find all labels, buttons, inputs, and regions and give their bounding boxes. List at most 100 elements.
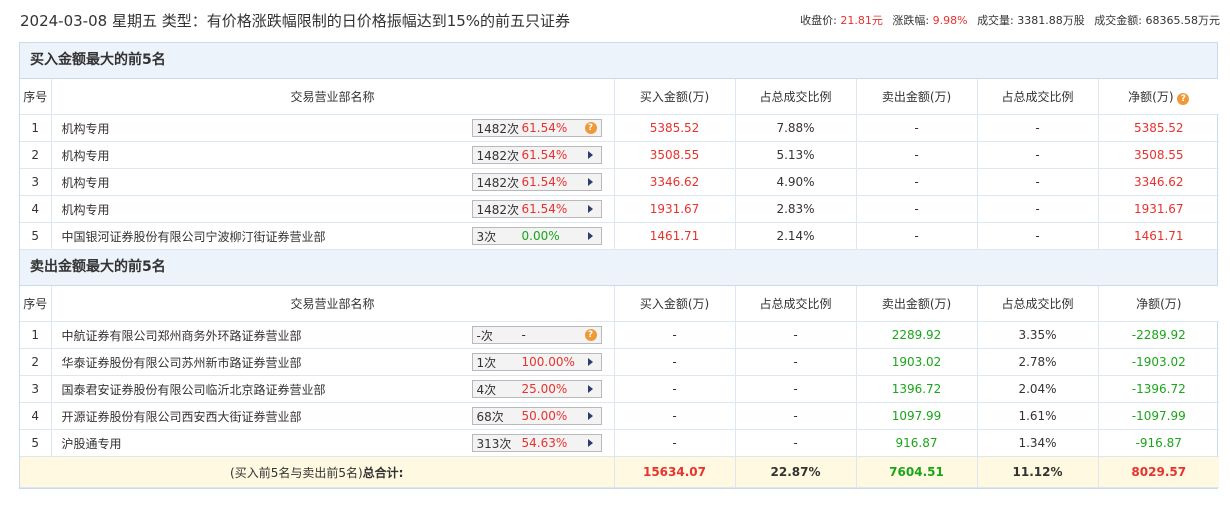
col-net: 净额(万) ? <box>1098 79 1219 115</box>
seq-cell: 2 <box>20 348 52 376</box>
branch-stats-badge[interactable]: 4次 25.00% <box>471 380 602 398</box>
col-buy-ratio: 占总成交比例 <box>735 286 857 322</box>
seq-cell: 2 <box>20 141 52 169</box>
buy-amount-cell: 5385.52 <box>614 114 736 142</box>
play-arrow-icon[interactable] <box>588 385 593 393</box>
help-icon[interactable]: ? <box>1177 93 1190 105</box>
sell-amount-cell: 1903.02 <box>856 348 978 376</box>
page-header: 2024-03-08 星期五 类型：有价格涨跌幅限制的日价格振幅达到15%的前五… <box>20 0 1220 40</box>
branch-name-cell: 中国银河证券股份有限公司宁波柳汀街证券营业部 3次 0.00% <box>51 222 615 250</box>
branch-stats-badge[interactable]: 3次 0.00% <box>471 227 602 245</box>
branch-name[interactable]: 开源证券股份有限公司西安西大街证券营业部 <box>62 408 302 425</box>
seq-cell: 1 <box>20 321 52 349</box>
change-value: 9.98% <box>932 14 968 27</box>
branch-name-cell: 机构专用 1482次 61.54% <box>51 195 615 223</box>
sell-ratio-cell: 1.34% <box>977 429 1099 457</box>
branch-name[interactable]: 机构专用 <box>62 120 110 137</box>
branch-stats-badge[interactable]: 1482次 61.54% <box>471 173 602 191</box>
buy-amount-cell: 1931.67 <box>614 195 736 223</box>
col-sell-ratio: 占总成交比例 <box>977 286 1099 322</box>
trade-count: 1次 <box>476 355 497 370</box>
branch-stats-badge[interactable]: 1482次 61.54%? <box>471 119 602 137</box>
play-arrow-icon[interactable] <box>588 412 593 420</box>
win-rate: 25.00% <box>521 382 568 396</box>
branch-name-cell: 中航证券有限公司郑州商务外环路证券营业部 -次 -? <box>51 321 615 349</box>
net-amount-cell: -1097.99 <box>1098 402 1219 430</box>
buy-table: 序号 交易营业部名称 买入金额(万) 占总成交比例 卖出金额(万) 占总成交比例… <box>20 79 1219 250</box>
win-rate: 0.00% <box>521 229 560 243</box>
col-name: 交易营业部名称 <box>51 79 615 115</box>
net-amount-cell: -916.87 <box>1098 429 1219 457</box>
seq-cell: 3 <box>20 168 52 196</box>
trade-count: 313次 <box>476 436 512 451</box>
help-icon[interactable]: ? <box>584 122 597 134</box>
win-rate: 61.54% <box>521 175 568 189</box>
volume-label: 成交量: <box>977 14 1014 27</box>
sell-amount-cell: - <box>856 222 978 250</box>
play-arrow-icon[interactable] <box>588 232 593 240</box>
net-amount-cell: 5385.52 <box>1098 114 1219 142</box>
branch-name[interactable]: 沪股通专用 <box>62 435 122 452</box>
branch-stats-badge[interactable]: 1482次 61.54% <box>471 146 602 164</box>
branch-stats-badge[interactable]: 68次 50.00% <box>471 407 602 425</box>
col-sell: 卖出金额(万) <box>856 286 978 322</box>
net-amount-cell: -2289.92 <box>1098 321 1219 349</box>
buy-amount-cell: 3508.55 <box>614 141 736 169</box>
total-label: (买入前5名与卖出前5名)总合计: <box>20 456 615 488</box>
buy-ratio-cell: 2.83% <box>735 195 857 223</box>
win-rate: 61.54% <box>521 148 568 162</box>
branch-name[interactable]: 机构专用 <box>62 201 110 218</box>
sell-ratio-cell: - <box>977 141 1099 169</box>
branch-name-cell: 国泰君安证券股份有限公司临沂北京路证券营业部 4次 25.00% <box>51 375 615 403</box>
branch-name-cell: 开源证券股份有限公司西安西大街证券营业部 68次 50.00% <box>51 402 615 430</box>
branch-stats-badge[interactable]: 1482次 61.54% <box>471 200 602 218</box>
seq-cell: 5 <box>20 222 52 250</box>
sell-amount-cell: 1097.99 <box>856 402 978 430</box>
play-arrow-icon[interactable] <box>588 358 593 366</box>
sell-section-title: 卖出金额最大的前5名 <box>20 250 1217 286</box>
buy-ratio-cell: - <box>735 429 857 457</box>
turnover-label: 成交金额: <box>1094 14 1142 27</box>
sell-amount-cell: - <box>856 195 978 223</box>
branch-name[interactable]: 华泰证券股份有限公司苏州新市路证券营业部 <box>62 354 302 371</box>
branch-name[interactable]: 机构专用 <box>62 174 110 191</box>
total-buy-ratio: 22.87% <box>735 456 857 488</box>
total-sell: 7604.51 <box>856 456 978 488</box>
sell-amount-cell: 1396.72 <box>856 375 978 403</box>
seq-cell: 3 <box>20 375 52 403</box>
branch-name[interactable]: 国泰君安证券股份有限公司临沂北京路证券营业部 <box>62 381 326 398</box>
branch-stats-badge[interactable]: -次 -? <box>471 326 602 344</box>
play-arrow-icon[interactable] <box>588 205 593 213</box>
buy-ratio-cell: 2.14% <box>735 222 857 250</box>
branch-name[interactable]: 机构专用 <box>62 147 110 164</box>
buy-ratio-cell: 7.88% <box>735 114 857 142</box>
table-row: 1 中航证券有限公司郑州商务外环路证券营业部 -次 -? - -2289.92 3.35% -… <box>20 321 1219 349</box>
col-sell: 卖出金额(万) <box>856 79 978 115</box>
branch-stats-badge[interactable]: 1次 100.00% <box>471 353 602 371</box>
close-price-value: 21.81元 <box>840 14 883 27</box>
branch-name[interactable]: 中航证券有限公司郑州商务外环路证券营业部 <box>62 327 302 344</box>
table-row: 3 机构专用 1482次 61.54% 3346.62 4.90% - -3346.62 <box>20 168 1219 196</box>
win-rate: 50.00% <box>521 409 568 423</box>
trade-count: 68次 <box>476 409 504 424</box>
play-arrow-icon[interactable] <box>588 178 593 186</box>
help-icon[interactable]: ? <box>584 329 597 341</box>
branch-name[interactable]: 中国银河证券股份有限公司宁波柳汀街证券营业部 <box>62 228 326 245</box>
change-label: 涨跌幅: <box>892 14 930 27</box>
buy-ratio-cell: 5.13% <box>735 141 857 169</box>
turnover-value: 68365.58万元 <box>1145 14 1221 27</box>
sell-amount-cell: - <box>856 168 978 196</box>
col-seq: 序号 <box>20 79 52 115</box>
trade-count: -次 <box>476 328 493 343</box>
buy-amount-cell: - <box>614 375 736 403</box>
buy-section-title: 买入金额最大的前5名 <box>20 43 1217 79</box>
play-arrow-icon[interactable] <box>588 151 593 159</box>
buy-amount-cell: - <box>614 429 736 457</box>
sell-ratio-cell: 2.04% <box>977 375 1099 403</box>
stock-stats: 收盘价: 21.81元 涨跌幅: 9.98% 成交量: 3381.88万股 成交… <box>800 12 1220 28</box>
branch-stats-badge[interactable]: 313次 54.63% <box>471 434 602 452</box>
play-arrow-icon[interactable] <box>588 439 593 447</box>
buy-table-header: 序号 交易营业部名称 买入金额(万) 占总成交比例 卖出金额(万) 占总成交比例… <box>20 79 1219 115</box>
trade-count: 1482次 <box>476 175 520 190</box>
total-sell-ratio: 11.12% <box>977 456 1099 488</box>
